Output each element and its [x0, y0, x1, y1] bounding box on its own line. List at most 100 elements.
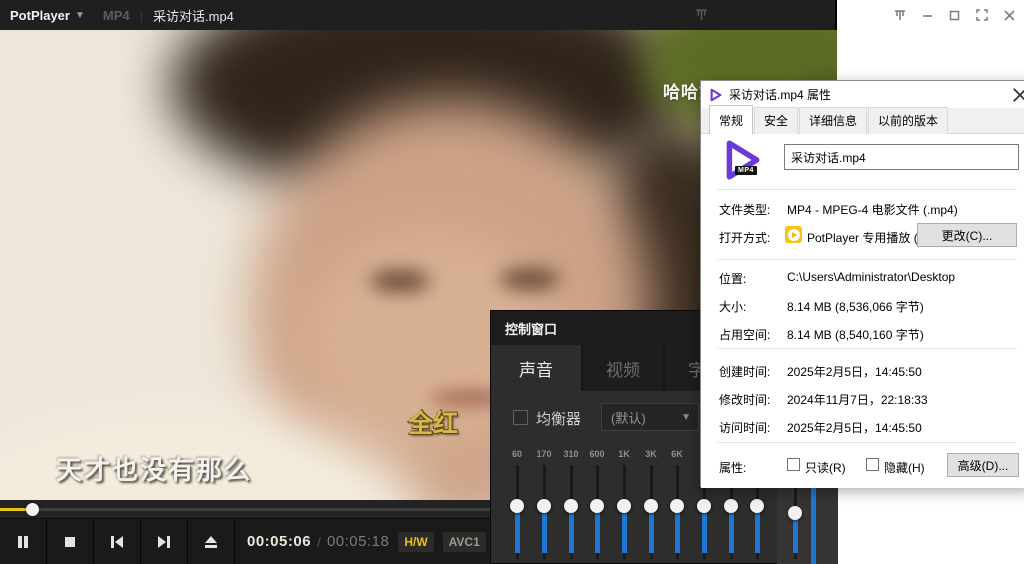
control-window-title: 控制窗口 — [505, 319, 557, 338]
equalizer-preset-dropdown[interactable]: (默认) ▼ — [601, 403, 699, 431]
equalizer-label: 均衡器 — [536, 408, 581, 429]
divider — [717, 442, 1017, 443]
preamp-knob[interactable] — [788, 506, 802, 520]
hw-decode-badge[interactable]: H/W — [398, 532, 433, 552]
eq-slider-knob[interactable] — [590, 499, 604, 513]
created-value: 2025年2月5日，14:45:50 — [787, 363, 922, 380]
tab-general[interactable]: 常规 — [709, 105, 753, 134]
time-current: 00:05:06 — [247, 533, 311, 550]
tab-previous-versions[interactable]: 以前的版本 — [868, 107, 948, 134]
eq-slider[interactable] — [503, 463, 531, 564]
seek-knob[interactable] — [26, 503, 39, 516]
dialog-titlebar[interactable]: 采访对话.mp4 属性 — [701, 81, 1024, 108]
readonly-checkbox[interactable] — [787, 458, 800, 471]
eq-slider-knob[interactable] — [670, 499, 684, 513]
modified-label: 修改时间: — [719, 391, 770, 408]
location-value: C:\Users\Administrator\Desktop — [787, 270, 955, 284]
tab-details[interactable]: 详细信息 — [799, 107, 867, 134]
eq-slider[interactable] — [583, 463, 611, 564]
stop-button[interactable] — [47, 519, 94, 564]
hidden-label: 隐藏(H) — [884, 459, 925, 476]
divider — [717, 259, 1017, 260]
hidden-checkbox[interactable] — [866, 458, 879, 471]
title-separator: | — [140, 8, 143, 23]
size-label: 大小: — [719, 298, 746, 315]
minimize-icon[interactable] — [921, 9, 934, 22]
subtitle-overlay: 全红 — [408, 404, 458, 440]
band-label: 60 — [503, 449, 531, 459]
chevron-down-icon: ▼ — [681, 412, 691, 423]
pin-icon[interactable] — [893, 8, 907, 22]
video-eye-left — [370, 270, 430, 292]
eq-slider[interactable] — [530, 463, 558, 564]
eq-slider-knob[interactable] — [644, 499, 658, 513]
size-value: 8.14 MB (8,536,066 字节) — [787, 298, 924, 315]
eq-slider[interactable] — [610, 463, 638, 564]
change-button[interactable]: 更改(C)... — [917, 223, 1017, 247]
player-titlebar: PotPlayer ▼ MP4 | 采访对话.mp4 — [0, 0, 835, 30]
attributes-label: 属性: — [719, 459, 746, 476]
media-title: 采访对话.mp4 — [153, 6, 234, 25]
dialog-tabs: 常规 安全 详细信息 以前的版本 — [701, 108, 1024, 134]
eq-slider-knob[interactable] — [697, 499, 711, 513]
band-label: 6K — [663, 449, 691, 459]
openwith-label: 打开方式: — [719, 229, 770, 246]
time-separator: / — [317, 534, 321, 550]
window-controls — [893, 8, 1016, 22]
tab-security[interactable]: 安全 — [754, 107, 798, 134]
accessed-label: 访问时间: — [719, 419, 770, 436]
eq-slider-knob[interactable] — [537, 499, 551, 513]
eq-slider-knob[interactable] — [617, 499, 631, 513]
eq-slider[interactable] — [637, 463, 665, 564]
properties-dialog: 采访对话.mp4 属性 常规 安全 详细信息 以前的版本 MP4 文件类型: M… — [700, 80, 1024, 487]
equalizer-checkbox[interactable] — [513, 410, 528, 425]
app-menu[interactable]: PotPlayer — [10, 8, 70, 23]
maximize-icon[interactable] — [948, 9, 961, 22]
created-label: 创建时间: — [719, 363, 770, 380]
advanced-button[interactable]: 高级(D)... — [947, 453, 1019, 477]
mp4-badge: MP4 — [735, 166, 757, 175]
filename-input[interactable] — [784, 144, 1019, 170]
video-eye-right — [500, 268, 560, 290]
readonly-label: 只读(R) — [805, 459, 846, 476]
eq-slider[interactable] — [557, 463, 585, 564]
close-icon[interactable] — [1003, 9, 1016, 22]
volume-bar[interactable] — [811, 487, 816, 564]
previous-button[interactable] — [94, 519, 141, 564]
band-label: 170 — [530, 449, 558, 459]
subtitle-main: 天才也没有那么 — [56, 450, 252, 487]
eq-slider-knob[interactable] — [564, 499, 578, 513]
eq-slider-knob[interactable] — [510, 499, 524, 513]
tab-sound[interactable]: 声音 — [491, 345, 581, 391]
eq-slider[interactable] — [663, 463, 691, 564]
size-on-disk-value: 8.14 MB (8,540,160 字节) — [787, 326, 924, 343]
screen: PotPlayer ▼ MP4 | 采访对话.mp4 哈哈娱乐Y bilibil… — [0, 0, 1024, 564]
modified-value: 2024年11月7日，22:18:33 — [787, 391, 928, 408]
next-button[interactable] — [141, 519, 188, 564]
size-on-disk-label: 占用空间: — [719, 326, 770, 343]
dialog-close-icon[interactable] — [1011, 86, 1024, 104]
band-label: 310 — [557, 449, 585, 459]
openwith-value: PotPlayer 专用播放 (64 — [807, 229, 919, 246]
divider — [717, 348, 1017, 349]
tab-video[interactable]: 视频 — [583, 345, 663, 391]
eq-slider-knob[interactable] — [724, 499, 738, 513]
dialog-body: MP4 文件类型: MP4 - MPEG-4 电影文件 (.mp4) 打开方式:… — [701, 134, 1024, 488]
eq-slider-knob[interactable] — [750, 499, 764, 513]
time-total: 00:05:18 — [327, 533, 389, 550]
eject-button[interactable] — [188, 519, 235, 564]
player-pin-icon[interactable] — [694, 7, 709, 22]
fullscreen-icon[interactable] — [975, 8, 989, 22]
filetype-value: MP4 - MPEG-4 电影文件 (.mp4) — [787, 201, 958, 218]
video-codec-badge[interactable]: AVC1 — [443, 532, 486, 552]
dialog-title: 采访对话.mp4 属性 — [729, 86, 831, 103]
accessed-value: 2025年2月5日，14:45:50 — [787, 419, 922, 436]
app-menu-chevron-icon[interactable]: ▼ — [75, 10, 85, 21]
pause-button[interactable] — [0, 519, 47, 564]
equalizer-preset-value: (默认) — [611, 408, 646, 427]
band-label: 3K — [637, 449, 665, 459]
band-label: 600 — [583, 449, 611, 459]
location-label: 位置: — [719, 270, 746, 287]
filetype-label: 文件类型: — [719, 201, 770, 218]
band-label: 1K — [610, 449, 638, 459]
